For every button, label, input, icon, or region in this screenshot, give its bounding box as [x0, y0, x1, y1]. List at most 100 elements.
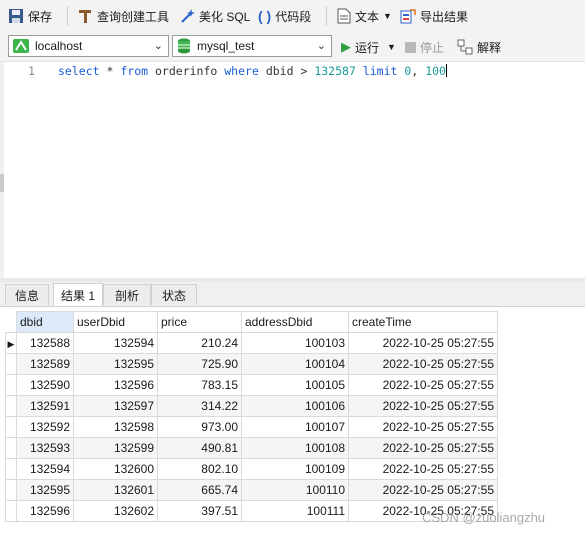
cell-createtime[interactable]: 2022-10-25 05:27:55: [348, 332, 498, 354]
cell-addressdbid[interactable]: 100104: [241, 353, 349, 375]
table-row[interactable]: 132595 132601 665.74 100110 2022-10-25 0…: [5, 479, 498, 501]
cell-createtime[interactable]: 2022-10-25 05:27:55: [348, 395, 498, 417]
cell-dbid[interactable]: 132595: [16, 479, 74, 501]
tab-status[interactable]: 状态: [151, 284, 197, 305]
beautify-sql-button[interactable]: 美化 SQL: [179, 7, 250, 25]
column-header-userdbid[interactable]: userDbid: [73, 311, 158, 333]
cell-dbid[interactable]: 132588: [16, 332, 74, 354]
table-row[interactable]: 132594 132600 802.10 100109 2022-10-25 0…: [5, 458, 498, 480]
run-button[interactable]: ▶ 运行 ▼: [341, 38, 396, 56]
explain-label: 解释: [477, 40, 502, 55]
cell-price[interactable]: 397.51: [157, 500, 242, 522]
row-indicator-header: [5, 311, 17, 333]
cell-createtime[interactable]: 2022-10-25 05:27:55: [348, 458, 498, 480]
code-snippet-button[interactable]: ( ) 代码段: [258, 7, 311, 25]
table-row[interactable]: 132590 132596 783.15 100105 2022-10-25 0…: [5, 374, 498, 396]
result-tabs: 信息 结果 1 剖析 状态: [0, 282, 585, 307]
chevron-down-icon: ▼: [387, 42, 396, 52]
connection-select[interactable]: localhost ⌄: [8, 35, 169, 57]
cell-createtime[interactable]: 2022-10-25 05:27:55: [348, 353, 498, 375]
sql-comma: ,: [411, 64, 419, 78]
cell-userdbid[interactable]: 132602: [73, 500, 158, 522]
column-header-price[interactable]: price: [157, 311, 242, 333]
main-toolbar: 保存 查询创建工具 美化 SQL ( ) 代码段 文本 ▼ 导出结果: [0, 0, 585, 32]
cell-dbid[interactable]: 132593: [16, 437, 74, 459]
cell-dbid[interactable]: 132592: [16, 416, 74, 438]
table-row[interactable]: 132591 132597 314.22 100106 2022-10-25 0…: [5, 395, 498, 417]
cell-addressdbid[interactable]: 100110: [241, 479, 349, 501]
tab-profile[interactable]: 剖析: [103, 284, 151, 305]
cell-userdbid[interactable]: 132601: [73, 479, 158, 501]
tab-info[interactable]: 信息: [5, 284, 49, 305]
cell-userdbid[interactable]: 132594: [73, 332, 158, 354]
cell-price[interactable]: 783.15: [157, 374, 242, 396]
explain-button[interactable]: 解释: [457, 38, 501, 56]
sql-code-line[interactable]: select * from orderinfo where dbid > 132…: [58, 64, 447, 78]
sql-keyword: where: [224, 64, 259, 78]
stop-button[interactable]: 停止: [405, 38, 444, 56]
export-results-button[interactable]: 导出结果: [400, 7, 468, 25]
cell-userdbid[interactable]: 132600: [73, 458, 158, 480]
cell-dbid[interactable]: 132589: [16, 353, 74, 375]
column-header-createtime[interactable]: createTime: [348, 311, 498, 333]
cell-price[interactable]: 490.81: [157, 437, 242, 459]
tab-result-1[interactable]: 结果 1: [53, 283, 103, 306]
cell-userdbid[interactable]: 132599: [73, 437, 158, 459]
cell-price[interactable]: 973.00: [157, 416, 242, 438]
cell-price[interactable]: 210.24: [157, 332, 242, 354]
run-label: 运行: [355, 40, 380, 55]
cell-userdbid[interactable]: 132595: [73, 353, 158, 375]
export-results-label: 导出结果: [420, 9, 469, 24]
cell-dbid[interactable]: 132590: [16, 374, 74, 396]
cell-createtime[interactable]: 2022-10-25 05:27:55: [348, 416, 498, 438]
cell-userdbid[interactable]: 132596: [73, 374, 158, 396]
table-row[interactable]: 132593 132599 490.81 100108 2022-10-25 0…: [5, 437, 498, 459]
document-icon: [337, 8, 351, 24]
cell-addressdbid[interactable]: 100103: [241, 332, 349, 354]
cell-createtime[interactable]: 2022-10-25 05:27:55: [348, 374, 498, 396]
result-grid: dbid userDbid price addressDbid createTi…: [5, 311, 498, 522]
beautify-sql-label: 美化 SQL: [199, 9, 251, 24]
row-indicator: [5, 374, 17, 396]
sql-number: 100: [425, 64, 446, 78]
cell-addressdbid[interactable]: 100107: [241, 416, 349, 438]
cell-userdbid[interactable]: 132598: [73, 416, 158, 438]
cell-userdbid[interactable]: 132597: [73, 395, 158, 417]
cell-createtime[interactable]: 2022-10-25 05:27:55: [348, 437, 498, 459]
cell-addressdbid[interactable]: 100111: [241, 500, 349, 522]
row-indicator: [5, 437, 17, 459]
editor-left-handle: [0, 62, 4, 278]
column-header-addressdbid[interactable]: addressDbid: [241, 311, 349, 333]
cell-price[interactable]: 725.90: [157, 353, 242, 375]
sql-table: orderinfo: [155, 64, 218, 78]
table-row[interactable]: 132589 132595 725.90 100104 2022-10-25 0…: [5, 353, 498, 375]
cell-price[interactable]: 314.22: [157, 395, 242, 417]
cell-dbid[interactable]: 132594: [16, 458, 74, 480]
cell-createtime[interactable]: 2022-10-25 05:27:55: [348, 479, 498, 501]
save-button[interactable]: 保存: [8, 7, 52, 25]
current-row-indicator-icon: ▶: [5, 332, 17, 354]
database-icon: [178, 38, 190, 54]
query-builder-icon: [79, 10, 91, 23]
sql-keyword: from: [120, 64, 149, 78]
toolbar-divider: [67, 6, 68, 26]
cell-dbid[interactable]: 132596: [16, 500, 74, 522]
cell-addressdbid[interactable]: 100108: [241, 437, 349, 459]
table-row[interactable]: 132592 132598 973.00 100107 2022-10-25 0…: [5, 416, 498, 438]
query-builder-button[interactable]: 查询创建工具: [77, 7, 169, 25]
cell-addressdbid[interactable]: 100105: [241, 374, 349, 396]
database-select[interactable]: mysql_test ⌄: [172, 35, 332, 57]
text-button[interactable]: 文本 ▼: [337, 7, 392, 25]
cell-dbid[interactable]: 132591: [16, 395, 74, 417]
cell-price[interactable]: 665.74: [157, 479, 242, 501]
cell-addressdbid[interactable]: 100106: [241, 395, 349, 417]
table-row[interactable]: ▶ 132588 132594 210.24 100103 2022-10-25…: [5, 332, 498, 354]
sql-number: 132587: [314, 64, 356, 78]
cell-addressdbid[interactable]: 100109: [241, 458, 349, 480]
stop-label: 停止: [420, 40, 445, 55]
resize-handle[interactable]: [0, 174, 4, 192]
parentheses-icon: ( ): [258, 8, 272, 24]
cell-price[interactable]: 802.10: [157, 458, 242, 480]
sql-editor[interactable]: [0, 62, 585, 278]
column-header-dbid[interactable]: dbid: [16, 311, 74, 333]
